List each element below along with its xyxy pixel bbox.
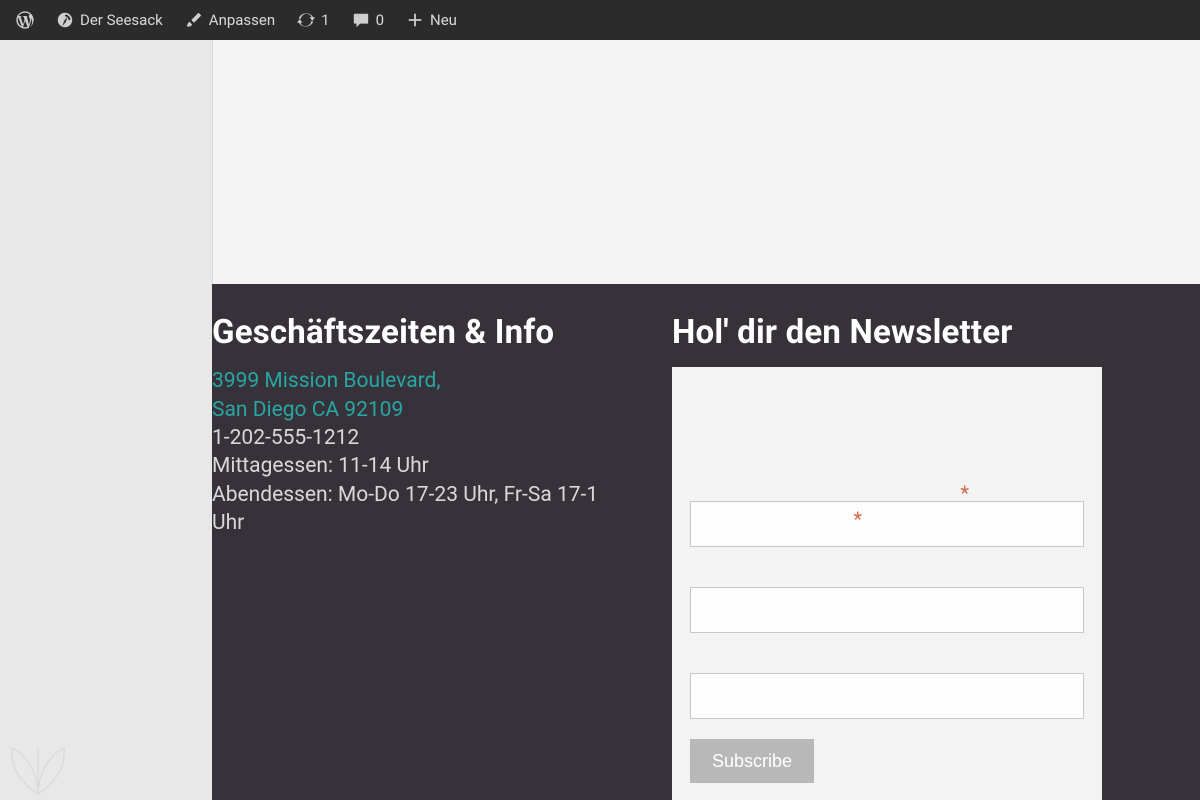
footer-newsletter-column: Hol' dir den Newsletter * * Subscribe xyxy=(672,312,1102,800)
plus-icon xyxy=(406,11,424,29)
comments-menu[interactable]: 0 xyxy=(344,0,392,40)
required-star-icon: * xyxy=(853,507,862,531)
new-label: Neu xyxy=(430,11,457,29)
left-gutter xyxy=(0,40,212,800)
wordpress-icon xyxy=(16,11,34,29)
newsletter-input-1[interactable] xyxy=(690,501,1084,547)
site-name-menu[interactable]: Der Seesack xyxy=(48,0,171,40)
new-content-menu[interactable]: Neu xyxy=(398,0,465,40)
hours-title: Geschäftszeiten & Info xyxy=(212,312,632,353)
lunch-line: Mittagessen: 11-14 Uhr xyxy=(212,452,632,480)
comments-count: 0 xyxy=(376,11,384,29)
newsletter-card: * * Subscribe xyxy=(672,367,1102,800)
updates-count: 1 xyxy=(321,11,329,29)
comment-icon xyxy=(352,11,370,29)
page-body: Geschäftszeiten & Info 3999 Mission Boul… xyxy=(0,40,1200,800)
content-area xyxy=(212,40,1200,284)
footer-hours-column: Geschäftszeiten & Info 3999 Mission Boul… xyxy=(212,312,632,800)
update-icon xyxy=(297,11,315,29)
customize-menu[interactable]: Anpassen xyxy=(177,0,283,40)
decorative-leaf-icon xyxy=(2,736,74,796)
updates-menu[interactable]: 1 xyxy=(289,0,337,40)
address-link-line1[interactable]: 3999 Mission Boulevard, xyxy=(212,367,632,395)
customize-label: Anpassen xyxy=(209,11,275,29)
footer: Geschäftszeiten & Info 3999 Mission Boul… xyxy=(212,284,1200,800)
newsletter-input-2[interactable] xyxy=(690,587,1084,633)
wp-admin-bar: Der Seesack Anpassen 1 0 Neu xyxy=(0,0,1200,40)
wp-logo-menu[interactable] xyxy=(8,0,42,40)
brush-icon xyxy=(185,11,203,29)
required-star-icon: * xyxy=(960,481,969,505)
subscribe-button[interactable]: Subscribe xyxy=(690,739,814,783)
newsletter-header-area: * * xyxy=(690,389,1084,501)
site-name-label: Der Seesack xyxy=(80,11,163,29)
newsletter-title: Hol' dir den Newsletter xyxy=(672,312,1102,353)
address-link-line2[interactable]: San Diego CA 92109 xyxy=(212,396,632,424)
dinner-line: Abendessen: Mo-Do 17-23 Uhr, Fr-Sa 17-1 … xyxy=(212,481,632,538)
newsletter-input-3[interactable] xyxy=(690,673,1084,719)
dashboard-icon xyxy=(56,11,74,29)
phone-line: 1-202-555-1212 xyxy=(212,424,632,452)
